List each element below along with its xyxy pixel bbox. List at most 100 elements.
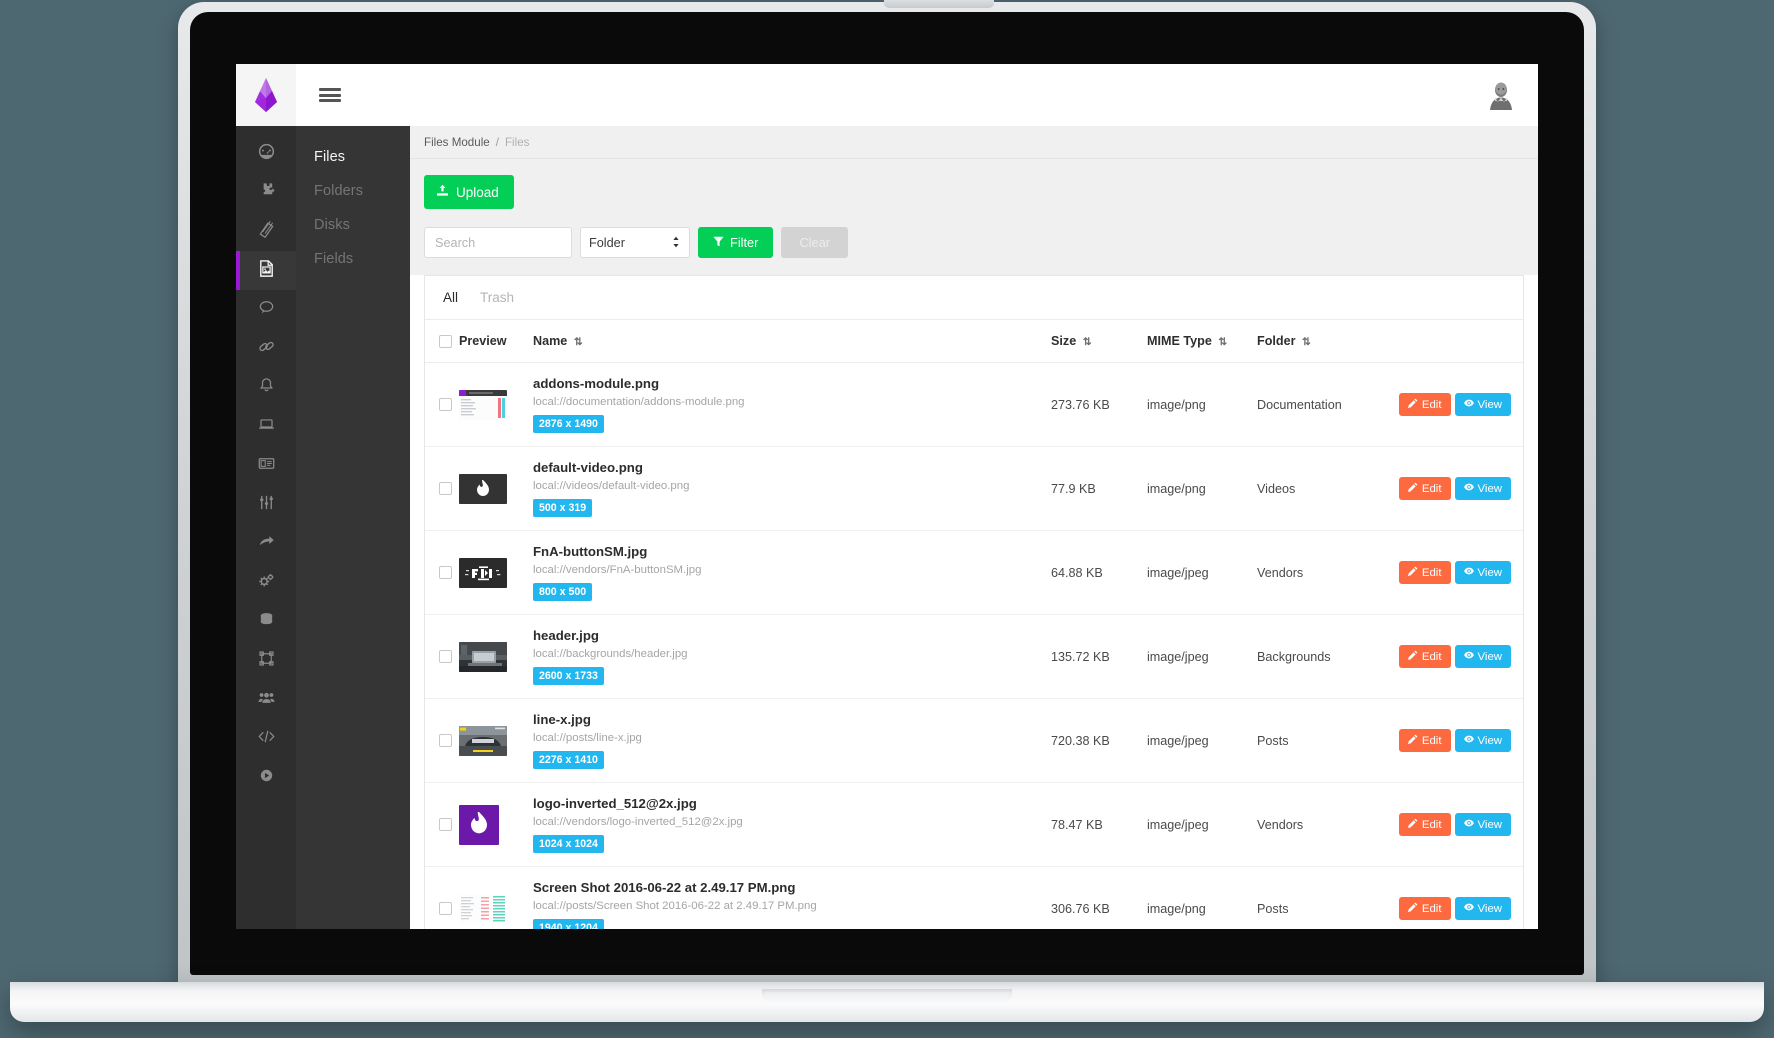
pencil-icon xyxy=(1407,734,1418,747)
avatar xyxy=(1486,80,1516,110)
edit-button[interactable]: Edit xyxy=(1398,729,1451,752)
search-input[interactable] xyxy=(424,227,572,258)
row-name-cell: header.jpg local://backgrounds/header.jpg… xyxy=(533,614,1051,699)
files-table-head: Preview Name ⇅ Size ⇅ MIME Type ⇅ Folder… xyxy=(425,320,1523,363)
table-row[interactable]: FnA-buttonSM.jpg local://vendors/FnA-butt… xyxy=(425,530,1523,615)
file-name[interactable]: line-x.jpg xyxy=(533,712,1051,727)
sort-icon[interactable]: ⇅ xyxy=(1218,336,1227,348)
row-checkbox[interactable] xyxy=(439,398,452,411)
row-checkbox[interactable] xyxy=(439,902,452,915)
table-row[interactable]: addons-module.png local://documentation/a… xyxy=(425,362,1523,447)
user-menu[interactable] xyxy=(1464,64,1538,126)
edit-button[interactable]: Edit xyxy=(1398,813,1451,836)
rail-item-pages[interactable] xyxy=(236,212,296,251)
table-row[interactable]: logo-inverted_512@2x.jpg local://vendors/… xyxy=(425,782,1523,867)
brand-logo[interactable] xyxy=(236,64,296,126)
view-button[interactable]: View xyxy=(1454,645,1511,668)
row-checkbox[interactable] xyxy=(439,734,452,747)
filter-button[interactable]: Filter xyxy=(698,227,774,258)
view-button[interactable]: View xyxy=(1454,897,1511,920)
file-thumbnail[interactable] xyxy=(459,473,507,504)
row-checkbox[interactable] xyxy=(439,566,452,579)
folder-select[interactable]: Folder xyxy=(580,227,690,258)
rail-item-addons[interactable] xyxy=(236,173,296,212)
row-preview-cell xyxy=(459,530,533,615)
file-name[interactable]: logo-inverted_512@2x.jpg xyxy=(533,796,1051,811)
col-mime[interactable]: MIME Type ⇅ xyxy=(1147,320,1257,363)
files-table: Preview Name ⇅ Size ⇅ MIME Type ⇅ Folder… xyxy=(425,320,1523,929)
view-button[interactable]: View xyxy=(1454,561,1511,584)
rail-item-vector[interactable] xyxy=(236,641,296,680)
rail-item-users[interactable] xyxy=(236,680,296,719)
file-name[interactable]: FnA-buttonSM.jpg xyxy=(533,544,1051,559)
select-all-checkbox[interactable] xyxy=(439,334,452,348)
sort-icon[interactable]: ⇅ xyxy=(1302,336,1311,348)
rail-item-dashboard[interactable] xyxy=(236,134,296,173)
file-name[interactable]: Screen Shot 2016-06-22 at 2.49.17 PM.png xyxy=(533,880,1051,895)
submenu-item-fields[interactable]: Fields xyxy=(296,242,410,276)
edit-button[interactable]: Edit xyxy=(1398,897,1451,920)
submenu-item-folders[interactable]: Folders xyxy=(296,174,410,208)
clear-button[interactable]: Clear xyxy=(781,227,849,258)
file-thumbnail[interactable] xyxy=(459,725,507,756)
table-row[interactable]: Screen Shot 2016-06-22 at 2.49.17 PM.png… xyxy=(425,866,1523,929)
rail-item-contacts[interactable] xyxy=(236,446,296,485)
view-button-label: View xyxy=(1477,650,1502,663)
upload-button-label: Upload xyxy=(456,184,499,200)
file-size: 273.76 KB xyxy=(1051,362,1147,447)
hamburger-menu-icon[interactable] xyxy=(296,64,364,126)
row-actions-cell: Edit View xyxy=(1398,530,1523,615)
rail-item-notifications[interactable] xyxy=(236,368,296,407)
rail-item-media[interactable] xyxy=(236,758,296,797)
file-thumbnail[interactable] xyxy=(459,389,507,420)
edit-button-label: Edit xyxy=(1421,650,1442,663)
view-button[interactable]: View xyxy=(1454,729,1511,752)
actions: Edit View xyxy=(1398,477,1523,500)
col-folder[interactable]: Folder ⇅ xyxy=(1257,320,1407,363)
view-button[interactable]: View xyxy=(1454,813,1511,836)
breadcrumb-root[interactable]: Files Module xyxy=(424,136,490,149)
submenu-item-disks[interactable]: Disks xyxy=(296,208,410,242)
file-thumbnail[interactable] xyxy=(459,804,499,845)
top-bar xyxy=(236,64,1538,126)
table-row[interactable]: header.jpg local://backgrounds/header.jpg… xyxy=(425,614,1523,699)
sort-icon[interactable]: ⇅ xyxy=(574,336,583,348)
link-icon xyxy=(257,337,276,361)
rail-item-redirects[interactable] xyxy=(236,524,296,563)
rail-item-database[interactable] xyxy=(236,602,296,641)
file-thumbnail[interactable] xyxy=(459,893,507,924)
file-name[interactable]: default-video.png xyxy=(533,460,1051,475)
rail-item-developer[interactable] xyxy=(236,719,296,758)
hamburger-bar xyxy=(319,93,341,97)
edit-button[interactable]: Edit xyxy=(1398,561,1451,584)
file-name[interactable]: addons-module.png xyxy=(533,376,1051,391)
rail-item-comments[interactable] xyxy=(236,290,296,329)
row-checkbox[interactable] xyxy=(439,482,452,495)
tab-trash[interactable]: Trash xyxy=(480,290,514,305)
table-row[interactable]: line-x.jpg local://posts/line-x.jpg 2276 x… xyxy=(425,698,1523,783)
file-thumbnail[interactable] xyxy=(459,557,507,588)
file-thumbnail[interactable] xyxy=(459,641,507,672)
sort-icon[interactable]: ⇅ xyxy=(1083,336,1092,348)
view-button[interactable]: View xyxy=(1454,393,1511,416)
col-name[interactable]: Name ⇅ xyxy=(533,320,1051,363)
view-button[interactable]: View xyxy=(1454,477,1511,500)
rail-item-links[interactable] xyxy=(236,329,296,368)
vector-nodes-icon xyxy=(257,649,276,673)
rail-item-configuration[interactable] xyxy=(236,563,296,602)
files-table-scroll[interactable]: Preview Name ⇅ Size ⇅ MIME Type ⇅ Folder… xyxy=(425,320,1523,929)
row-checkbox[interactable] xyxy=(439,818,452,831)
table-row[interactable]: default-video.png local://videos/default-… xyxy=(425,446,1523,531)
upload-button[interactable]: Upload xyxy=(424,175,514,209)
edit-button[interactable]: Edit xyxy=(1398,477,1451,500)
tab-all[interactable]: All xyxy=(443,290,458,305)
submenu-item-files[interactable]: Files xyxy=(296,140,410,174)
rail-item-devices[interactable] xyxy=(236,407,296,446)
rail-item-files[interactable] xyxy=(236,251,296,290)
rail-item-settings-sliders[interactable] xyxy=(236,485,296,524)
edit-button[interactable]: Edit xyxy=(1398,393,1451,416)
edit-button[interactable]: Edit xyxy=(1398,645,1451,668)
col-size[interactable]: Size ⇅ xyxy=(1051,320,1147,363)
row-checkbox[interactable] xyxy=(439,650,452,663)
file-name[interactable]: header.jpg xyxy=(533,628,1051,643)
